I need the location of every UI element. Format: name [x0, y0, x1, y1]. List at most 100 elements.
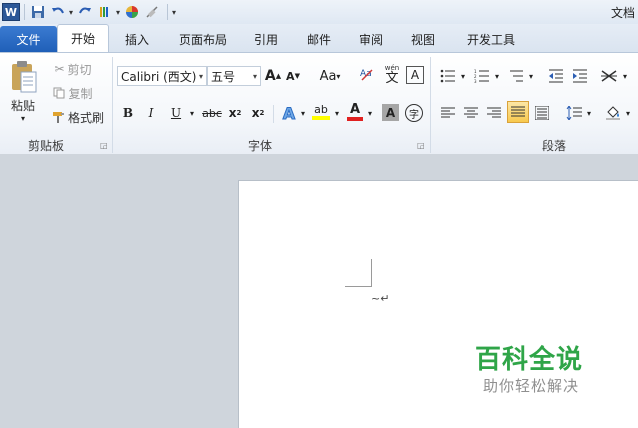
paragraph-group-label: 段落	[541, 139, 566, 153]
phonetic-guide-button[interactable]: wén 文	[380, 63, 404, 87]
tab-file[interactable]: 文件	[0, 26, 57, 52]
grow-font-button[interactable]: A ▲	[264, 66, 282, 86]
tab-insert[interactable]: 插入	[109, 26, 165, 52]
document-page[interactable]: ~↵ 百科全说 助你轻松解决	[238, 180, 638, 428]
clipboard-group-label: 剪贴板	[27, 139, 64, 153]
word-logo-icon[interactable]: W	[2, 3, 20, 21]
increase-indent-button[interactable]	[570, 66, 590, 86]
bullets-button[interactable]	[438, 66, 458, 86]
font-name-dropdown-icon[interactable]: ▾	[199, 72, 203, 81]
separator	[430, 57, 431, 153]
superscript-button[interactable]: x2	[249, 103, 267, 123]
copy-button[interactable]: 复制	[50, 83, 96, 103]
font-size-value: 五号	[211, 69, 236, 84]
separator	[112, 57, 113, 153]
undo-icon[interactable]	[49, 3, 67, 21]
distributed-button[interactable]	[532, 103, 552, 123]
italic-button[interactable]: I	[142, 103, 160, 123]
align-right-button[interactable]	[484, 103, 504, 123]
customize-qat-icon[interactable]: ▾	[172, 8, 176, 17]
align-center-icon	[464, 107, 478, 118]
justify-button[interactable]	[507, 101, 529, 123]
tab-page-layout[interactable]: 页面布局	[165, 26, 241, 52]
brush-icon[interactable]	[96, 3, 114, 21]
clear-format-icon: Aa	[360, 66, 376, 85]
document-area[interactable]: ~↵ 百科全说 助你轻松解决	[0, 154, 638, 428]
multilevel-dropdown-icon[interactable]: ▾	[526, 66, 536, 86]
tab-references[interactable]: 引用	[241, 26, 291, 52]
copy-icon	[53, 87, 65, 99]
clipboard-launcher-icon[interactable]: ◲	[100, 141, 108, 150]
paste-button[interactable]: 粘贴	[8, 95, 38, 115]
font-name-combo[interactable]: Calibri (西文) ▾	[117, 66, 207, 86]
shrink-font-button[interactable]: A ▼	[284, 66, 302, 86]
font-color-button[interactable]: A	[346, 101, 364, 123]
bullets-icon	[440, 69, 455, 83]
color-wheel-icon[interactable]	[123, 3, 141, 21]
bullets-dropdown-icon[interactable]: ▾	[458, 66, 468, 86]
shading-button[interactable]	[603, 102, 623, 122]
subscript-mark: 2	[236, 109, 242, 117]
align-left-button[interactable]	[438, 103, 458, 123]
paste-icon[interactable]	[6, 57, 42, 97]
underline-button[interactable]: U	[166, 103, 186, 123]
font-launcher-icon[interactable]: ◲	[417, 141, 425, 150]
paint-bucket-icon	[606, 106, 620, 120]
brush-dropdown-icon[interactable]: ▾	[116, 8, 120, 17]
tab-review[interactable]: 审阅	[347, 26, 395, 52]
highlight-button[interactable]: ab	[311, 101, 331, 123]
increase-indent-icon	[573, 69, 587, 83]
bold-button[interactable]: B	[119, 103, 137, 123]
character-border-button[interactable]: A	[406, 66, 424, 84]
font-size-combo[interactable]: 五号 ▾	[207, 66, 261, 86]
decrease-indent-icon	[549, 69, 563, 83]
multilevel-list-button[interactable]	[506, 66, 526, 86]
highlight-dropdown-icon[interactable]: ▾	[332, 103, 342, 123]
align-center-button[interactable]	[461, 103, 481, 123]
save-icon[interactable]	[29, 3, 47, 21]
underline-dropdown-icon[interactable]: ▾	[187, 103, 197, 123]
character-shading-button[interactable]: A	[382, 104, 399, 121]
cut-button[interactable]: ✂ 剪切	[50, 59, 96, 79]
quick-access-toolbar: W ▾ ▾ ▾ 文档	[0, 0, 638, 24]
line-spacing-dropdown-icon[interactable]: ▾	[584, 103, 594, 123]
clear-format-button[interactable]: Aa	[358, 64, 378, 86]
strikethrough-button[interactable]: abc	[201, 103, 223, 123]
grow-font-icon: A	[264, 68, 276, 84]
highlight-color-bar	[312, 116, 330, 120]
separator	[273, 105, 274, 123]
undo-dropdown-icon[interactable]: ▾	[69, 8, 73, 17]
font-color-icon: A	[349, 102, 361, 117]
scissors-icon: ✂	[54, 62, 65, 76]
chinese-layout-dropdown-icon[interactable]: ▾	[620, 66, 630, 86]
highlight-icon: ab	[314, 103, 328, 116]
decrease-indent-button[interactable]	[546, 66, 566, 86]
text-effects-button[interactable]: A	[280, 102, 298, 124]
numbering-button[interactable]: 123	[472, 66, 492, 86]
redo-icon[interactable]	[76, 3, 94, 21]
enclose-characters-icon: 字	[405, 104, 423, 122]
tab-view[interactable]: 视图	[395, 26, 451, 52]
format-painter-button[interactable]: 格式刷	[50, 107, 106, 127]
separator	[24, 4, 25, 20]
text-effects-dropdown-icon[interactable]: ▾	[298, 103, 308, 123]
tab-developer[interactable]: 开发工具	[451, 26, 531, 52]
enclose-characters-button[interactable]: 字	[404, 103, 424, 123]
numbering-icon: 123	[474, 69, 489, 83]
tab-home[interactable]: 开始	[57, 24, 109, 52]
change-case-button[interactable]: Aa ▾	[316, 66, 344, 86]
chinese-layout-button[interactable]	[598, 66, 620, 86]
align-right-icon	[487, 107, 501, 118]
font-size-dropdown-icon[interactable]: ▾	[253, 72, 257, 81]
tab-mailings[interactable]: 邮件	[291, 26, 347, 52]
numbering-dropdown-icon[interactable]: ▾	[492, 66, 502, 86]
line-spacing-button[interactable]	[564, 103, 584, 123]
window-title: 文档	[610, 6, 635, 20]
watermark-subtitle: 助你轻松解决	[483, 377, 580, 395]
eraser-icon[interactable]	[143, 3, 161, 21]
shading-dropdown-icon[interactable]: ▾	[623, 103, 633, 123]
subscript-button[interactable]: x2	[226, 103, 244, 123]
separator	[167, 4, 169, 20]
paste-dropdown-icon[interactable]: ▾	[18, 113, 28, 123]
font-color-dropdown-icon[interactable]: ▾	[365, 103, 375, 123]
